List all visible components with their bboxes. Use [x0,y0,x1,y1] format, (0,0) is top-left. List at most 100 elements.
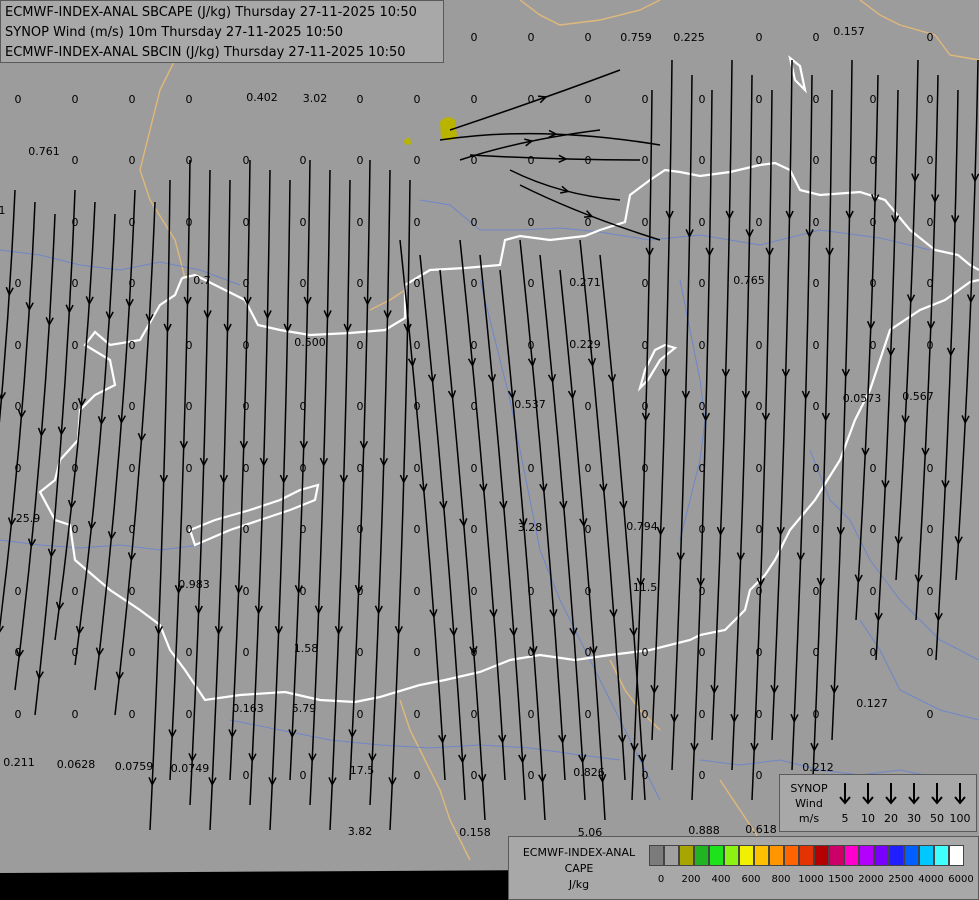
zero-value-label: 0 [243,523,250,536]
zero-value-label: 0 [357,585,364,598]
title-line-wind: SYNOP Wind (m/s) 10m Thursday 27-11-2025… [5,25,344,40]
zero-value-label: 0 [414,277,421,290]
zero-value-label: 0 [585,400,592,413]
zero-value-label: 0 [870,339,877,352]
zero-value-label: 0 [414,216,421,229]
zero-value-label: 0 [414,708,421,721]
zero-value-label: 0 [927,585,934,598]
zero-value-label: 0 [129,216,136,229]
zero-value-label: 0 [243,400,250,413]
cape-legend-ticks: 0 200 400 600 800 1000 1500 2000 2500 4000 6000 [649,874,974,888]
zero-value-label: 0 [756,31,763,44]
zero-value-label: 0 [699,708,706,721]
zero-value-label: 0 [129,462,136,475]
zero-value-label: 0 [642,216,649,229]
cape-color-swatch [784,845,799,866]
cape-color-swatch [709,845,724,866]
zero-value-label: 0 [72,154,79,167]
cape-legend-tick: 4000 [918,874,944,885]
cape-value-label: 1.58 [294,642,319,655]
synop-wind-sample: 20 [880,779,902,826]
cape-value-label: 0.402 [246,91,278,104]
zero-value-label: 0 [414,585,421,598]
cape-legend-tick: 800 [771,874,791,885]
cape-value-label: 3.02 [303,92,328,105]
cape-title-line: ECMWF-INDEX-ANAL [522,846,636,859]
zero-value-label: 0 [243,646,250,659]
synop-speed-label: 20 [884,812,898,825]
zero-value-label: 0 [870,646,877,659]
zero-value-label: 0 [471,339,478,352]
zero-value-label: 0 [243,216,250,229]
zero-value-label: 0 [927,708,934,721]
zero-value-label: 0 [186,646,193,659]
zero-value-label: 0 [699,585,706,598]
zero-value-label: 0 [813,93,820,106]
synop-wind-sample: 5 [834,779,856,826]
cape-legend-tick: 0 [657,874,665,885]
zero-value-label: 0 [927,646,934,659]
cape-value-label: 0.500 [294,336,326,349]
cape-value-label: 1 [0,204,6,217]
down-arrow-icon [926,779,948,807]
cape-value-label: 0.618 [745,823,777,836]
zero-value-label: 0 [186,400,193,413]
zero-value-label: 0 [813,339,820,352]
zero-value-label: 0 [813,154,820,167]
zero-value-label: 0 [699,216,706,229]
zero-value-label: 0 [471,216,478,229]
cape-legend-tick: 1000 [798,874,824,885]
cape-value-label: 0.212 [802,761,834,774]
zero-value-label: 0 [699,400,706,413]
zero-value-label: 0 [357,400,364,413]
zero-value-label: 0 [72,585,79,598]
zero-value-label: 0 [585,154,592,167]
zero-value-label: 0 [72,462,79,475]
zero-value-label: 0 [300,769,307,782]
zero-value-label: 0 [585,523,592,536]
zero-value-label: 0 [300,523,307,536]
zero-value-label: 0 [528,646,535,659]
zero-value-label: 0 [72,277,79,290]
zero-value-label: 0 [129,708,136,721]
zero-value-label: 0 [756,93,763,106]
zero-value-label: 0 [699,462,706,475]
zero-value-label: 0 [870,154,877,167]
cape-value-label: 0.7 [193,274,211,287]
cape-value-label: 5.79 [292,702,317,715]
cape-legend-title: ECMWF-INDEX-ANAL CAPE J/kg [513,845,645,893]
zero-value-label: 0 [186,93,193,106]
zero-value-label: 0 [756,708,763,721]
cape-value-label: 0.225 [673,31,705,44]
cape-value-label: 0.0759 [115,760,154,773]
cape-legend-tick: 2500 [888,874,914,885]
zero-value-label: 0 [528,708,535,721]
cape-color-swatch [904,845,919,866]
weather-map[interactable]: 0.759 0.225 0.157 0.402 3.02 0.761 0.271 0.765 0… [0,0,979,900]
zero-value-label: 0 [129,154,136,167]
zero-value-label: 0 [927,339,934,352]
zero-value-label: 0 [756,646,763,659]
cape-color-swatch [724,845,739,866]
cape-legend-tick: 400 [711,874,731,885]
zero-value-label: 0 [471,154,478,167]
zero-value-label: 0 [300,154,307,167]
zero-value-label: 0 [72,646,79,659]
zero-value-label: 0 [813,585,820,598]
zero-value-label: 0 [756,585,763,598]
zero-value-label: 0 [642,277,649,290]
cape-legend-tick: 200 [681,874,701,885]
zero-value-label: 0 [585,646,592,659]
zero-value-label: 0 [129,339,136,352]
zero-value-label: 0 [927,154,934,167]
zero-value-label: 0 [186,708,193,721]
cape-value-label: 0.211 [3,756,35,769]
zero-value-label: 0 [585,462,592,475]
zero-value-label: 0 [927,523,934,536]
zero-value-label: 0 [186,523,193,536]
down-arrow-icon [949,779,971,807]
zero-value-label: 0 [585,585,592,598]
zero-value-label: 0 [585,31,592,44]
zero-value-label: 0 [186,462,193,475]
zero-value-label: 0 [642,708,649,721]
